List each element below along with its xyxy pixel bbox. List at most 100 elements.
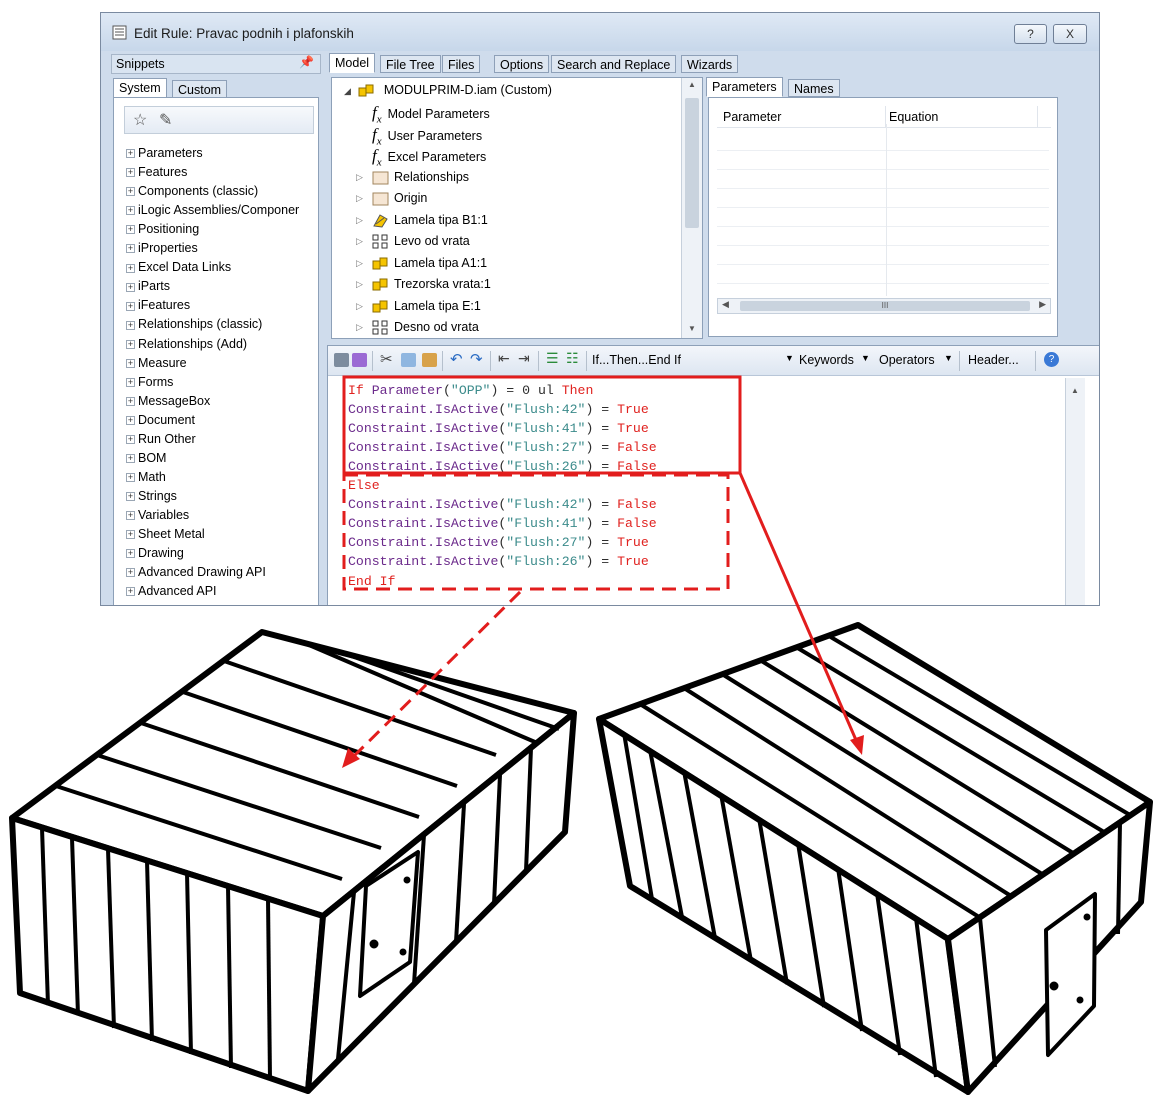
code-line[interactable]: End If [348,572,395,591]
tab-names[interactable]: Names [788,79,840,97]
snippet-item[interactable]: + Measure [126,354,187,373]
expand-icon[interactable]: + [126,149,135,159]
code-line[interactable]: Constraint.IsActive("Flush:26") = True [348,552,649,571]
snippet-item[interactable]: + iLogic Assemblies/Componer [126,201,299,220]
tab-files[interactable]: Files [442,55,481,73]
expand-arrow-icon[interactable]: ▷ [356,167,363,188]
expand-icon[interactable]: + [126,587,135,597]
expand-arrow-icon[interactable]: ▷ [356,296,363,317]
expand-icon[interactable]: + [126,511,135,521]
tab-search-and-replace[interactable]: Search and Replace [551,55,677,73]
snippet-item[interactable]: + Document [126,411,195,430]
code-line[interactable]: Constraint.IsActive("Flush:42") = True [348,400,649,419]
snippet-item[interactable]: + Advanced API [126,582,217,601]
ifthen-button[interactable]: If...Then...End If [592,353,681,367]
expand-icon[interactable]: + [126,320,135,330]
add-snippet-icon[interactable]: ☆ [133,110,147,130]
snippet-item[interactable]: + Positioning [126,220,199,239]
model-tree-item[interactable]: ▷ Relationships [356,167,469,188]
snippet-item[interactable]: + Forms [126,373,173,392]
snippet-item[interactable]: + Excel Data Links [126,258,231,277]
expand-icon[interactable]: + [126,168,135,178]
code-area[interactable]: If Parameter("OPP") = 0 ul Then Constrain… [328,378,1099,605]
keywords-menu[interactable]: Keywords [799,353,854,367]
code-line[interactable]: Else [348,476,380,495]
code-line[interactable]: Constraint.IsActive("Flush:41") = True [348,419,649,438]
tree-root[interactable]: ◢ MODULPRIM-D.iam (Custom) [344,81,552,100]
model-tree-item[interactable]: ▷ Trezorska vrata:1 [356,274,491,295]
expand-icon[interactable]: + [126,530,135,540]
snippet-item[interactable]: + Parameters [126,144,203,163]
paste-icon[interactable] [422,353,437,367]
expand-icon[interactable]: + [126,396,135,406]
tab-custom[interactable]: Custom [172,80,228,98]
code-line[interactable]: Constraint.IsActive("Flush:27") = False [348,438,657,457]
snippet-item[interactable]: + Strings [126,487,177,506]
operators-menu[interactable]: Operators [879,353,935,367]
expand-icon[interactable]: + [126,568,135,578]
expand-icon[interactable]: + [126,549,135,559]
snippet-item[interactable]: + iParts [126,277,170,296]
code-line[interactable]: Constraint.IsActive("Flush:42") = False [348,495,657,514]
snippet-item[interactable]: + Features [126,163,187,182]
snippet-item[interactable]: + Variables [126,506,189,525]
snippet-item[interactable]: + Sheet Metal [126,525,205,544]
model-tree-item[interactable]: ▷ Lamela tipa E:1 [356,296,481,317]
snippet-item[interactable]: + Math [126,468,166,487]
snippet-item[interactable]: + Components (classic) [126,182,258,201]
expand-icon[interactable]: + [126,377,135,387]
tab-parameters[interactable]: Parameters [706,77,783,97]
tab-wizards[interactable]: Wizards [681,55,739,73]
expand-arrow-icon[interactable]: ▷ [356,253,363,274]
model-tree-item[interactable]: ▷ Levo od vrata [356,231,470,252]
uncomment-icon[interactable]: ☷ [566,350,579,367]
edit-snippet-icon[interactable]: ✎ [159,110,172,130]
expand-icon[interactable]: + [126,187,135,197]
print-icon[interactable] [334,353,349,367]
expand-icon[interactable]: + [126,282,135,292]
expand-icon[interactable]: + [126,473,135,483]
model-tree-item[interactable]: fx Model Parameters [372,102,490,125]
expand-icon[interactable]: + [126,301,135,311]
pin-icon[interactable]: 📌 [299,55,314,69]
snippet-item[interactable]: + Advanced Drawing API [126,563,266,582]
expand-icon[interactable]: + [126,339,135,349]
help-button[interactable]: ? [1014,24,1047,44]
model-tree-item[interactable]: ▷ Lamela tipa A1:1 [356,253,487,274]
title-bar[interactable]: Edit Rule: Pravac podnih i plafonskih ? … [101,13,1099,51]
expand-arrow-icon[interactable]: ▷ [356,274,363,295]
code-line[interactable]: Constraint.IsActive("Flush:26") = False [348,457,657,476]
snippet-item[interactable]: + Relationships (classic) [126,315,262,334]
expand-icon[interactable]: + [126,492,135,502]
tab-file-tree[interactable]: File Tree [380,55,441,73]
snippet-item[interactable]: + BOM [126,449,166,468]
save-icon[interactable] [352,353,367,367]
expand-icon[interactable]: + [126,454,135,463]
code-line[interactable]: Constraint.IsActive("Flush:41") = False [348,514,657,533]
code-line[interactable]: If Parameter("OPP") = 0 ul Then [348,381,593,400]
editor-scrollbar[interactable]: ▲ [1065,378,1085,605]
hscroll-thumb[interactable]: III [740,301,1030,311]
expand-arrow-icon[interactable]: ▷ [356,188,363,209]
grid-hscrollbar[interactable]: ◀ III ▶ [717,298,1051,314]
expand-icon[interactable]: + [126,358,135,368]
snippet-item[interactable]: + iFeatures [126,296,190,315]
col-parameter[interactable]: Parameter [723,110,781,124]
snippet-item[interactable]: + Drawing [126,544,184,563]
expand-icon[interactable]: + [126,263,135,273]
code-line[interactable]: Constraint.IsActive("Flush:27") = True [348,533,649,552]
expand-icon[interactable]: + [126,415,135,425]
snippet-item[interactable]: + Relationships (Add) [126,335,247,354]
cut-icon[interactable]: ✂ [380,350,393,368]
model-tree-item[interactable]: fx Excel Parameters [372,145,486,168]
tab-model[interactable]: Model [329,53,376,73]
expand-arrow-icon[interactable]: ▷ [356,317,363,338]
expand-icon[interactable]: + [126,244,135,254]
snippet-item[interactable]: + MessageBox [126,392,210,411]
outdent-icon[interactable]: ⇥ [518,350,530,367]
model-tree-scrollbar[interactable]: ▲ ▼ [681,78,702,338]
comment-icon[interactable]: ☰ [546,350,559,367]
header-button[interactable]: Header... [968,353,1019,367]
model-tree-item[interactable]: ▷ Lamela tipa B1:1 [356,210,488,231]
snippet-item[interactable]: + Run Other [126,430,196,449]
